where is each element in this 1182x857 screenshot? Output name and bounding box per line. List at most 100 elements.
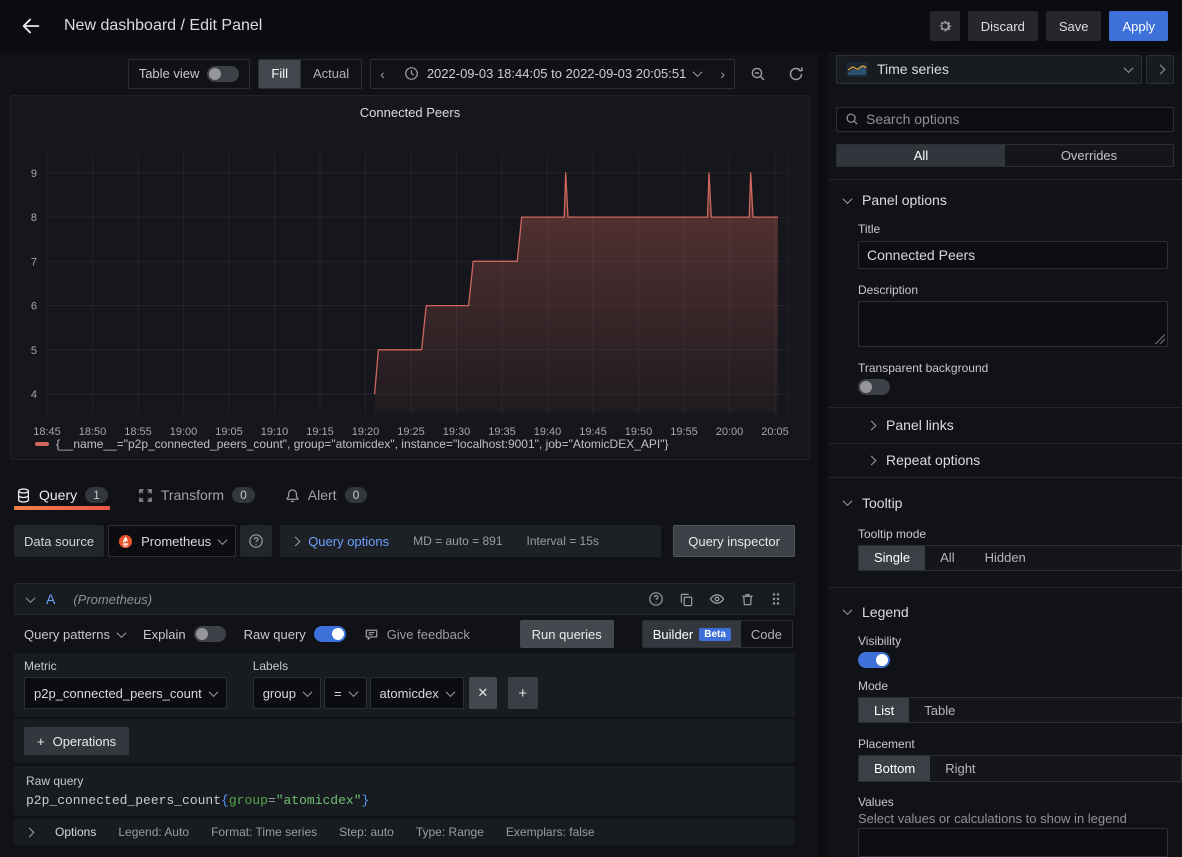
label-value-select[interactable]: atomicdex <box>370 677 464 709</box>
resize-handle-icon[interactable] <box>1155 334 1165 344</box>
tooltip-section-header[interactable]: Tooltip <box>828 495 1182 511</box>
all-overrides-tabs: All Overrides <box>836 144 1174 167</box>
collapse-chevron-icon[interactable] <box>26 593 36 603</box>
tab-transform[interactable]: Transform 0 <box>136 480 257 510</box>
actual-option[interactable]: Actual <box>300 60 361 88</box>
tab-query[interactable]: Query 1 <box>14 480 110 510</box>
label-operator-select[interactable]: = <box>324 677 367 709</box>
transparent-bg-switch[interactable] <box>858 379 890 395</box>
query-options-toggle[interactable]: Query options <box>292 534 389 549</box>
duplicate-query-icon[interactable] <box>679 592 694 607</box>
repeat-options-section[interactable]: Repeat options <box>828 443 1182 477</box>
label-name-select[interactable]: group <box>253 677 321 709</box>
builder-option[interactable]: Builder Beta <box>643 621 741 647</box>
apply-button[interactable]: Apply <box>1109 11 1168 41</box>
panel-settings-button[interactable] <box>930 11 960 41</box>
run-queries-button[interactable]: Run queries <box>520 620 614 648</box>
datasource-row: Data source Prometheus Query <box>14 525 795 557</box>
beta-badge: Beta <box>699 628 731 641</box>
svg-text:19:45: 19:45 <box>579 426 607 436</box>
query-refid[interactable]: A <box>46 591 55 607</box>
datasource-label: Data source <box>14 525 104 557</box>
legend-title: Legend <box>862 604 909 620</box>
discard-button[interactable]: Discard <box>968 11 1038 41</box>
query-inspector-button[interactable]: Query inspector <box>673 525 795 557</box>
datasource-picker[interactable]: Prometheus <box>108 525 236 557</box>
query-help-icon[interactable] <box>648 591 664 607</box>
trash-icon[interactable] <box>740 592 755 607</box>
refresh-button[interactable] <box>781 52 811 95</box>
explain-switch[interactable] <box>194 626 226 642</box>
tab-overrides[interactable]: Overrides <box>1005 145 1173 166</box>
table-view-switch[interactable] <box>207 66 239 82</box>
metric-select[interactable]: p2p_connected_peers_count <box>24 677 227 709</box>
raw-token: "atomicdex" <box>276 793 362 808</box>
toggle-viz-picker-button[interactable] <box>1146 55 1174 84</box>
add-label-button[interactable]: + <box>508 677 538 709</box>
explain-toggle-row: Explain <box>143 626 226 642</box>
query-options-row[interactable]: Options Legend: Auto Format: Time series… <box>14 819 795 845</box>
legend-visibility-switch[interactable] <box>858 652 890 668</box>
svg-text:5: 5 <box>31 345 37 357</box>
svg-text:19:55: 19:55 <box>670 426 698 436</box>
tooltip-mode-hidden[interactable]: Hidden <box>970 546 1041 570</box>
legend-mode-list[interactable]: List <box>859 698 909 723</box>
remove-label-button[interactable]: ✕ <box>469 677 497 709</box>
svg-text:4: 4 <box>31 389 37 401</box>
zoom-out-icon <box>750 66 766 82</box>
chevron-down-icon <box>843 496 853 506</box>
eye-icon[interactable] <box>709 591 725 607</box>
chevron-down-icon <box>445 687 455 697</box>
top-header: New dashboard / Edit Panel Discard Save … <box>0 0 1182 52</box>
legend-mode-table[interactable]: Table <box>909 698 970 723</box>
panel-description-textarea[interactable] <box>858 301 1168 347</box>
time-range-back-button[interactable]: ‹ <box>371 60 394 88</box>
tab-alert[interactable]: Alert 0 <box>283 480 369 510</box>
time-range-button[interactable]: 2022-09-03 18:44:05 to 2022-09-03 20:05:… <box>394 60 712 88</box>
datasource-help-button[interactable] <box>240 525 272 557</box>
legend-section-header[interactable]: Legend <box>828 604 1182 620</box>
description-field-label: Description <box>858 283 1168 297</box>
panel-options-section-header[interactable]: Panel options <box>828 192 1182 208</box>
metric-value: p2p_connected_peers_count <box>34 686 202 701</box>
give-feedback-link[interactable]: Give feedback <box>364 627 470 642</box>
back-button[interactable] <box>14 9 48 43</box>
time-series-chart[interactable]: 18:4518:5018:5519:0019:0519:1019:1519:20… <box>11 96 809 436</box>
search-options-input[interactable] <box>866 111 1165 127</box>
panel-links-section[interactable]: Panel links <box>828 408 1182 442</box>
legend-placement-bottom[interactable]: Bottom <box>859 756 930 781</box>
visualization-picker[interactable]: Time series <box>836 55 1142 84</box>
operations-block: + Operations <box>14 719 795 763</box>
operations-label: Operations <box>53 734 117 749</box>
query-patterns-button[interactable]: Query patterns <box>24 627 125 642</box>
legend-series-label: {__name__="p2p_connected_peers_count", g… <box>56 437 668 451</box>
tooltip-mode-single[interactable]: Single <box>859 546 925 570</box>
legend-values-input[interactable] <box>858 828 1168 857</box>
gear-icon <box>937 18 953 34</box>
question-circle-icon <box>248 533 264 549</box>
query-row-header[interactable]: A (Prometheus) <box>14 583 795 615</box>
panel-title-input[interactable] <box>858 241 1168 269</box>
builder-label: Builder <box>653 627 693 642</box>
datasource-name: Prometheus <box>141 534 211 549</box>
raw-query-toggle-row: Raw query <box>244 626 346 642</box>
raw-query-switch[interactable] <box>314 626 346 642</box>
legend-visibility-label: Visibility <box>858 634 1168 648</box>
chart-legend[interactable]: {__name__="p2p_connected_peers_count", g… <box>35 437 668 451</box>
drag-handle-icon[interactable] <box>770 592 782 606</box>
time-series-viz-icon <box>846 62 868 77</box>
legend-placement-right[interactable]: Right <box>930 756 990 781</box>
svg-text:19:10: 19:10 <box>261 426 289 436</box>
svg-text:8: 8 <box>31 212 37 224</box>
plus-icon: + <box>37 734 45 749</box>
time-range-forward-button[interactable]: › <box>711 60 734 88</box>
tooltip-mode-label: Tooltip mode <box>858 527 1168 541</box>
zoom-out-button[interactable] <box>743 52 773 95</box>
add-operations-button[interactable]: + Operations <box>24 727 129 755</box>
chevron-down-icon <box>1124 63 1134 73</box>
fill-option[interactable]: Fill <box>259 60 300 88</box>
tab-all[interactable]: All <box>837 145 1005 166</box>
tooltip-mode-all[interactable]: All <box>925 546 969 570</box>
code-option[interactable]: Code <box>741 621 792 647</box>
save-button[interactable]: Save <box>1046 11 1102 41</box>
